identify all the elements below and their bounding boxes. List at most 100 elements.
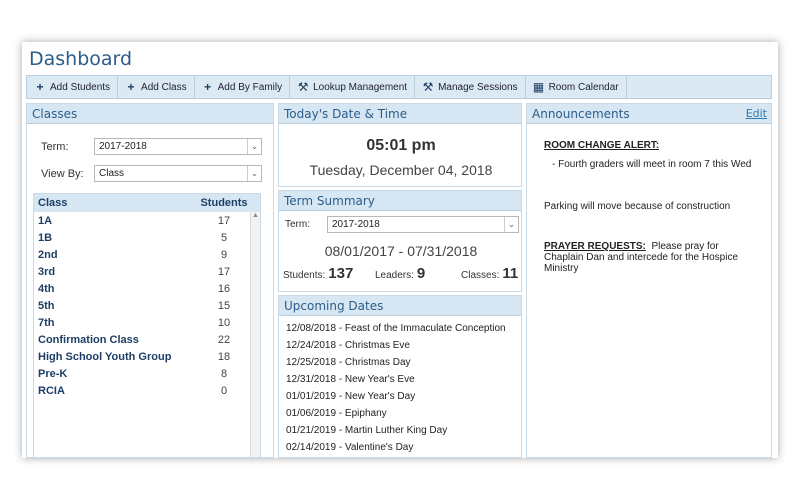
table-row[interactable]: 3rd 17 — [34, 263, 260, 280]
classes-count: 11 — [502, 265, 519, 282]
class-name: 5th — [38, 299, 55, 312]
term-summary-select-value: 2017-2018 — [332, 219, 380, 230]
student-count: 17 — [217, 214, 231, 227]
term-label: Term: — [41, 141, 69, 153]
page-title: Dashboard — [29, 48, 133, 70]
list-item: 12/31/2018 - New Year's Eve — [286, 374, 415, 385]
toolbar-label: Room Calendar — [548, 81, 619, 93]
table-row[interactable]: Pre-K 8 — [34, 365, 260, 382]
toolbar: + Add Students + Add Class + Add By Family … — [26, 75, 772, 99]
upcoming-dates-list: 12/08/2018 - Feast of the Immaculate Con… — [279, 316, 521, 457]
datetime-header: Today's Date & Time — [279, 104, 521, 124]
leaders-count: 9 — [416, 265, 426, 282]
students-count: 137 — [328, 265, 354, 282]
term-date-range: 08/01/2017 - 07/31/2018 — [324, 243, 478, 259]
room-change-alert: ROOM CHANGE ALERT: - Fourth graders will… — [544, 140, 769, 170]
leaders-label: Leaders: — [375, 270, 414, 281]
table-row[interactable]: RCIA 0 — [34, 382, 260, 399]
scroll-up-icon[interactable]: ▲ — [251, 212, 260, 219]
list-item: 01/21/2019 - Martin Luther King Day — [286, 425, 448, 436]
class-name: 2nd — [38, 248, 58, 261]
wrench-icon: ⚒ — [422, 80, 434, 94]
viewby-select-value: Class — [99, 168, 125, 179]
toolbar-label: Add Students — [50, 81, 111, 93]
manage-sessions-button[interactable]: ⚒ Manage Sessions — [415, 76, 526, 98]
list-item: 12/24/2018 - Christmas Eve — [286, 340, 410, 351]
calendar-icon: ▦ — [532, 80, 545, 94]
table-scrollbar[interactable]: ▲ — [250, 212, 260, 457]
current-time: 05:01 pm — [366, 137, 436, 154]
class-name: 3rd — [38, 265, 56, 278]
class-name: 4th — [38, 282, 55, 295]
students-label: Students: — [283, 270, 326, 281]
table-row[interactable]: 5th 15 — [34, 297, 260, 314]
prayer-title: PRAYER REQUESTS: — [544, 241, 646, 252]
toolbar-label: Lookup Management — [313, 81, 408, 93]
col-students: Students — [200, 197, 248, 209]
add-students-button[interactable]: + Add Students — [27, 76, 119, 98]
chevron-down-icon: ⌄ — [247, 166, 261, 181]
announcements-panel: Announcements Edit ROOM CHANGE ALERT: - F… — [526, 103, 772, 458]
lookup-management-button[interactable]: ⚒ Lookup Management — [290, 76, 416, 98]
chevron-down-icon: ⌄ — [247, 139, 261, 154]
classes-stat: Classes: 11 — [461, 265, 518, 282]
classes-label: Classes: — [461, 270, 500, 281]
prayer-requests: PRAYER REQUESTS: Please pray for Chaplai… — [544, 241, 754, 274]
alert-title: ROOM CHANGE ALERT: — [544, 140, 660, 151]
toolbar-label: Add Class — [141, 81, 187, 93]
student-count: 5 — [220, 231, 228, 244]
class-name: High School Youth Group — [38, 350, 172, 363]
table-header: Class Students — [34, 194, 260, 212]
class-name: RCIA — [38, 384, 65, 397]
class-name: Pre-K — [38, 367, 68, 380]
student-count: 9 — [220, 248, 228, 261]
classes-table: Class Students 1A 17 1B 5 2nd 9 3rd 17 4th 16… — [33, 193, 261, 457]
list-item: 02/14/2019 - Valentine's Day — [286, 442, 414, 453]
add-by-family-button[interactable]: + Add By Family — [195, 76, 291, 98]
edit-link[interactable]: Edit — [746, 107, 767, 120]
plus-icon: + — [204, 80, 212, 94]
list-item: 01/01/2019 - New Year's Day — [286, 391, 416, 402]
student-count: 17 — [217, 265, 231, 278]
viewby-label: View By: — [41, 168, 84, 180]
toolbar-label: Add By Family — [217, 81, 283, 93]
room-calendar-button[interactable]: ▦ Room Calendar — [526, 76, 627, 98]
classes-panel: Classes Term: 2017-2018 ⌄ View By: Class… — [26, 103, 274, 458]
student-count: 18 — [217, 350, 231, 363]
class-name: 1B — [38, 231, 53, 244]
viewby-select[interactable]: Class ⌄ — [94, 165, 262, 182]
leaders-stat: Leaders: 9 — [375, 265, 425, 282]
student-count: 22 — [217, 333, 231, 346]
table-row[interactable]: 4th 16 — [34, 280, 260, 297]
list-item: 12/25/2018 - Christmas Day — [286, 357, 411, 368]
student-count: 10 — [217, 316, 231, 329]
student-count: 8 — [220, 367, 228, 380]
dashboard-window: Dashboard + Add Students + Add Class + Add … — [22, 42, 778, 458]
announcements-title: Announcements — [532, 107, 630, 121]
table-row[interactable]: 2nd 9 — [34, 246, 260, 263]
table-row[interactable]: High School Youth Group 18 — [34, 348, 260, 365]
classes-header: Classes — [27, 104, 273, 124]
student-count: 15 — [217, 299, 231, 312]
plus-icon: + — [36, 80, 44, 94]
term-summary-header: Term Summary — [279, 191, 521, 211]
table-row[interactable]: 1A 17 — [34, 212, 260, 229]
toolbar-label: Manage Sessions — [438, 81, 518, 93]
list-item: 01/06/2019 - Epiphany — [286, 408, 387, 419]
table-row[interactable]: Confirmation Class 22 — [34, 331, 260, 348]
term-label: Term: — [285, 219, 310, 230]
datetime-panel: Today's Date & Time 05:01 pm Tuesday, De… — [278, 103, 522, 187]
list-item: 12/08/2018 - Feast of the Immaculate Con… — [286, 323, 506, 334]
table-row[interactable]: 1B 5 — [34, 229, 260, 246]
col-class: Class — [38, 197, 68, 209]
table-row[interactable]: 7th 10 — [34, 314, 260, 331]
term-summary-panel: Term Summary Term: 2017-2018 ⌄ 08/01/201… — [278, 190, 522, 292]
class-name: 7th — [38, 316, 55, 329]
chevron-down-icon: ⌄ — [504, 217, 518, 232]
term-select[interactable]: 2017-2018 ⌄ — [94, 138, 262, 155]
add-class-button[interactable]: + Add Class — [118, 76, 195, 98]
term-summary-select[interactable]: 2017-2018 ⌄ — [327, 216, 519, 233]
announcements-header: Announcements Edit — [527, 104, 771, 124]
upcoming-dates-panel: Upcoming Dates 12/08/2018 - Feast of the… — [278, 295, 522, 458]
term-select-value: 2017-2018 — [99, 141, 147, 152]
